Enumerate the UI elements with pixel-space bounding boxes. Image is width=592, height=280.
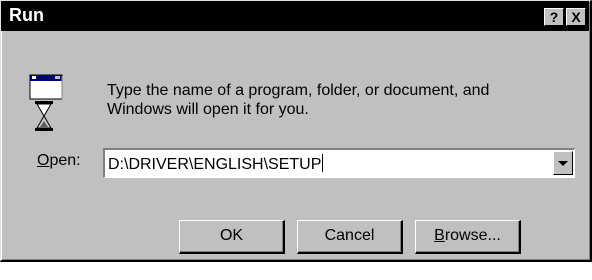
open-label-rest: pen:: [49, 152, 81, 169]
browse-mnemonic: B: [434, 227, 445, 244]
description-line-1: Type the name of a program, folder, or d…: [107, 82, 490, 99]
open-label: Open:: [37, 152, 81, 170]
browse-label-rest: rowse...: [444, 227, 501, 244]
dropdown-button[interactable]: [553, 151, 573, 175]
description-line-2: Windows will open it for you.: [107, 101, 309, 118]
title-bar[interactable]: Run ? X: [1, 1, 589, 31]
run-program-icon: [29, 74, 63, 131]
open-label-mnemonic: O: [37, 152, 50, 169]
run-dialog: Run ? X Type the name of a program, fold…: [0, 0, 592, 262]
open-input[interactable]: D:\DRIVER\ENGLISH\SETUP: [108, 154, 324, 174]
close-button[interactable]: X: [566, 8, 586, 26]
ok-button[interactable]: OK: [179, 220, 285, 254]
text-caret: [322, 154, 324, 172]
description-text: Type the name of a program, folder, or d…: [107, 81, 489, 119]
arrow-down-icon: [558, 161, 568, 166]
help-button[interactable]: ?: [544, 8, 564, 26]
cancel-button[interactable]: Cancel: [297, 220, 403, 254]
open-input-value: D:\DRIVER\ENGLISH\SETUP: [108, 156, 322, 173]
open-combobox[interactable]: D:\DRIVER\ENGLISH\SETUP: [103, 148, 575, 178]
browse-button[interactable]: Browse...: [415, 220, 521, 254]
dialog-title: Run: [9, 5, 44, 25]
